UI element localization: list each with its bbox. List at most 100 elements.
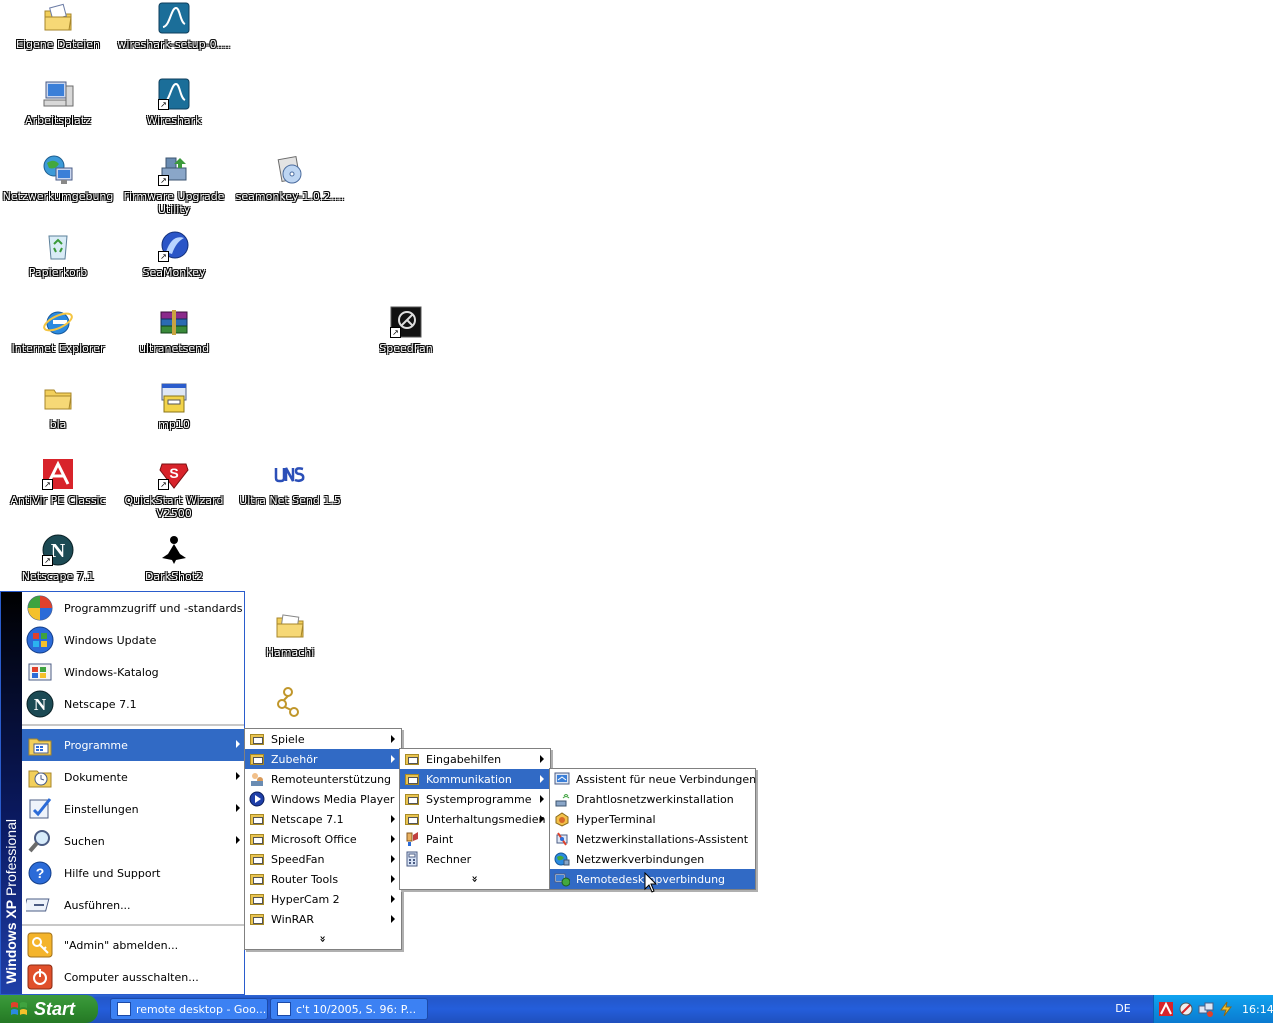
chevron-down-icon: » xyxy=(468,875,482,883)
taskbar-button-document[interactable]: c't 10/2005, S. 96: P... xyxy=(270,998,428,1020)
programs-item-speedfan[interactable]: SpeedFan xyxy=(245,849,401,869)
start-button[interactable]: Start xyxy=(0,995,98,1023)
communication-item-new-connection-wizard[interactable]: Assistent für neue Verbindungen xyxy=(550,769,756,789)
start-item-programs[interactable]: Programme xyxy=(22,729,244,761)
programs-item-hypercam[interactable]: HyperCam 2 xyxy=(245,889,401,909)
start-item-windows-update[interactable]: Windows Update xyxy=(22,624,244,656)
desktop-icon-label: Hamachi xyxy=(265,646,315,659)
communication-item-network-connections[interactable]: Netzwerkverbindungen xyxy=(550,849,755,869)
language-indicator[interactable]: DE xyxy=(1108,995,1138,1023)
svg-text:N: N xyxy=(34,695,47,714)
program-group-icon xyxy=(404,791,420,807)
desktop-icon-ultra-net-send[interactable]: Ultra Net Send 1.5 xyxy=(232,456,348,528)
accessories-item-calculator[interactable]: Rechner xyxy=(400,849,550,869)
banner-edition: Professional xyxy=(3,819,19,897)
shortcut-arrow-icon: ↗ xyxy=(158,175,169,186)
desktop-icon-wireshark[interactable]: ↗ Wireshark xyxy=(116,76,232,148)
programs-item-winrar[interactable]: WinRAR xyxy=(245,909,401,929)
menu-item-label: Paint xyxy=(426,832,454,846)
paint-icon xyxy=(404,831,420,847)
communication-item-hyperterminal[interactable]: HyperTerminal xyxy=(550,809,755,829)
desktop-icon-wireshark-setup[interactable]: wireshark-setup-0.... xyxy=(116,0,232,72)
start-item-windows-catalog[interactable]: Windows-Katalog xyxy=(22,656,244,688)
start-item-settings[interactable]: Einstellungen xyxy=(22,793,244,825)
desktop-icon-speedfan[interactable]: ↗ SpeedFan xyxy=(348,304,464,376)
start-item-label: Ausführen... xyxy=(64,898,131,912)
program-group-icon xyxy=(249,911,265,927)
desktop-icon-network-places[interactable]: Netzwerkumgebung xyxy=(0,152,116,224)
desktop-icon-firmware-upgrade[interactable]: ↗ Firmware Upgrade Utility xyxy=(116,152,232,224)
start-item-program-access[interactable]: Programmzugriff und -standards xyxy=(22,592,244,624)
program-group-icon xyxy=(249,871,265,887)
desktop-icon-my-computer[interactable]: Arbeitsplatz xyxy=(0,76,116,148)
taskbar-button-browser[interactable]: remote desktop - Goo... xyxy=(110,998,268,1020)
power-tray-icon[interactable] xyxy=(1218,1001,1234,1017)
start-item-label: Computer ausschalten... xyxy=(64,970,199,984)
desktop-icon-label: Netzwerkumgebung xyxy=(2,190,114,203)
programs-item-spiele[interactable]: Spiele xyxy=(245,729,401,749)
submenu-arrow-icon xyxy=(391,855,395,863)
desktop-icon-bla[interactable]: bla xyxy=(0,380,116,452)
desktop-icon-hamachi-folder[interactable]: Hamachi xyxy=(232,608,348,680)
menu-item-label: Eingabehilfen xyxy=(426,752,502,766)
programs-item-remote-assistance[interactable]: Remoteunterstützung xyxy=(245,769,401,789)
desktop-icon-my-documents[interactable]: Eigene Dateien xyxy=(0,0,116,72)
taskbar-button-label: remote desktop - Goo... xyxy=(136,1002,267,1016)
shortcut-arrow-icon: ↗ xyxy=(158,99,169,110)
network-tray-icon[interactable] xyxy=(1198,1001,1214,1017)
desktop-icon-label: ultranetsend xyxy=(138,342,210,355)
clock[interactable]: 16:14 xyxy=(1242,1003,1273,1016)
desktop-icon-label: QuickStart Wizard V2500 xyxy=(124,494,224,520)
start-item-run[interactable]: Ausführen... xyxy=(22,889,244,921)
submenu-arrow-icon xyxy=(391,755,395,763)
desktop-icon-recycle-bin[interactable]: Papierkorb xyxy=(0,228,116,300)
network-setup-wizard-icon xyxy=(554,831,570,847)
desktop-icon-label: Arbeitsplatz xyxy=(25,114,91,127)
submenu-arrow-icon xyxy=(540,775,544,783)
submenu-arrow-icon xyxy=(540,815,544,823)
desktop-icon-seamonkey-setup[interactable]: seamonkey-1.0.2.... xyxy=(232,152,348,224)
desktop-icon-ultranetsend[interactable]: ultranetsend xyxy=(116,304,232,376)
desktop-icon-label: Internet Explorer xyxy=(11,342,105,355)
desktop-icon-quickstart[interactable]: S ↗ QuickStart Wizard V2500 xyxy=(116,456,232,528)
start-item-netscape[interactable]: N Netscape 7.1 xyxy=(22,688,244,720)
wireless-network-icon xyxy=(554,791,570,807)
windows-catalog-icon xyxy=(26,658,54,686)
menu-item-label: SpeedFan xyxy=(271,852,325,866)
desktop-icon-mp10[interactable]: mp10 xyxy=(116,380,232,452)
accessories-item-communication[interactable]: Kommunikation xyxy=(400,769,550,789)
program-group-icon xyxy=(249,751,265,767)
programs-item-media-player[interactable]: Windows Media Player xyxy=(245,789,401,809)
accessories-item-accessibility[interactable]: Eingabehilfen xyxy=(400,749,550,769)
start-item-help[interactable]: ? Hilfe und Support xyxy=(22,857,244,889)
program-group-icon xyxy=(404,751,420,767)
calculator-icon xyxy=(404,851,420,867)
logoff-icon xyxy=(26,931,54,959)
start-item-logoff[interactable]: "Admin" abmelden... xyxy=(22,929,244,961)
speedfan-tray-icon[interactable] xyxy=(1178,1001,1194,1017)
start-item-label: Einstellungen xyxy=(64,802,139,816)
desktop-icon-internet-explorer[interactable]: Internet Explorer xyxy=(0,304,116,376)
communication-item-wireless-setup[interactable]: Drahtlosnetzwerkinstallation xyxy=(550,789,755,809)
communication-item-network-setup-wizard[interactable]: Netzwerkinstallations-Assistent xyxy=(550,829,755,849)
desktop-icon-antivir[interactable]: ↗ AntiVir PE Classic xyxy=(0,456,116,528)
accessories-item-entertainment[interactable]: Unterhaltungsmedien xyxy=(400,809,550,829)
submenu-arrow-icon xyxy=(391,895,395,903)
antivir-tray-icon[interactable] xyxy=(1158,1001,1174,1017)
programs-item-ms-office[interactable]: Microsoft Office xyxy=(245,829,401,849)
programs-item-netscape[interactable]: Netscape 7.1 xyxy=(245,809,401,829)
accessories-item-paint[interactable]: Paint xyxy=(400,829,550,849)
network-connections-icon xyxy=(554,851,570,867)
start-item-shutdown[interactable]: Computer ausschalten... xyxy=(22,961,244,993)
start-item-documents[interactable]: Dokumente xyxy=(22,761,244,793)
programs-item-zubehoer[interactable]: Zubehör xyxy=(245,749,401,769)
start-item-search[interactable]: Suchen xyxy=(22,825,244,857)
shortcut-arrow-icon: ↗ xyxy=(158,251,169,262)
expand-menu-chevron[interactable]: » xyxy=(400,869,550,889)
hamachi-icon xyxy=(274,686,306,718)
programs-item-router-tools[interactable]: Router Tools xyxy=(245,869,401,889)
expand-menu-chevron[interactable]: » xyxy=(245,929,401,949)
accessories-item-system-tools[interactable]: Systemprogramme xyxy=(400,789,550,809)
desktop-icon-seamonkey[interactable]: ↗ SeaMonkey xyxy=(116,228,232,300)
submenu-arrow-icon xyxy=(391,815,395,823)
